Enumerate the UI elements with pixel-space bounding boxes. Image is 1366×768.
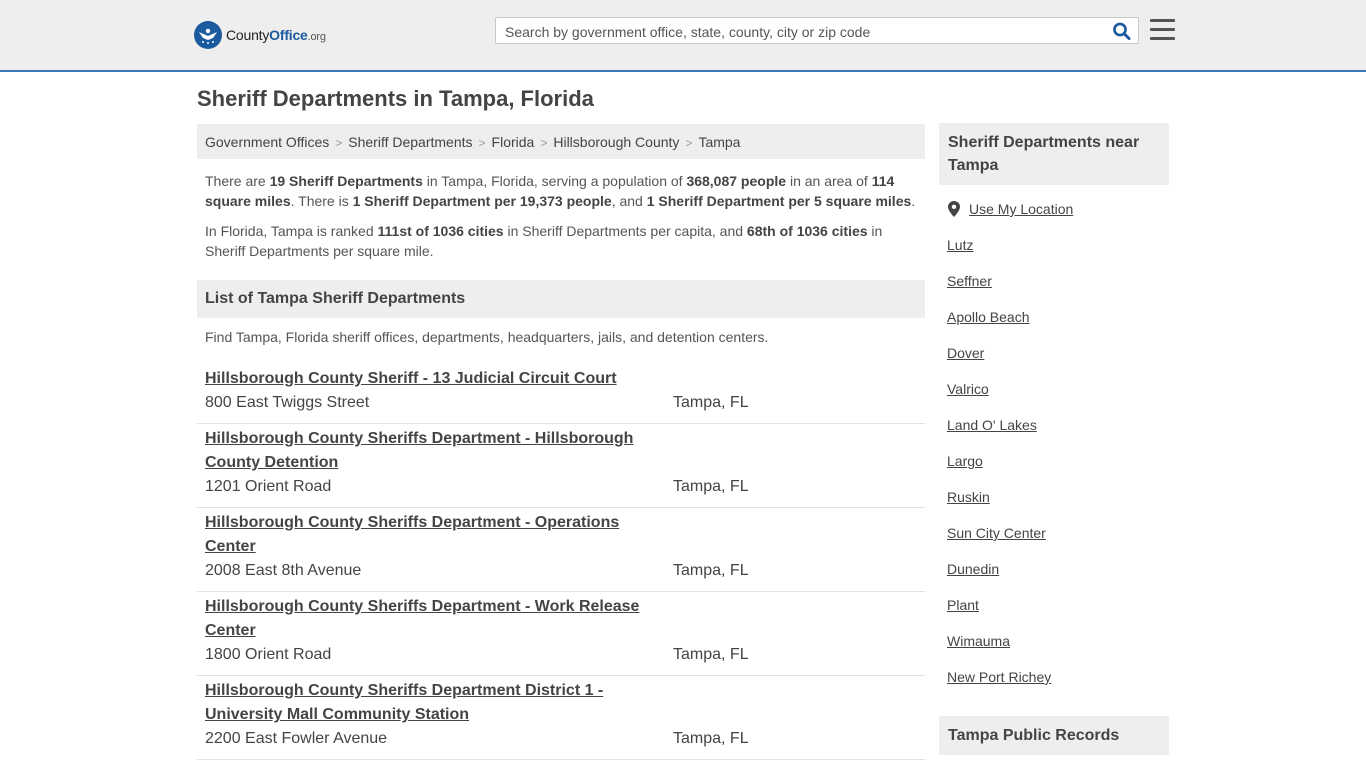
- department-address: 2008 East 8th Avenue: [205, 562, 362, 579]
- menu-bar: [1150, 19, 1175, 22]
- list-heading: List of Tampa Sheriff Departments: [197, 280, 925, 318]
- department-city: Tampa, FL: [673, 646, 749, 663]
- list-item: Valrico: [947, 381, 1051, 417]
- nearby-cities-list: Lutz Seffner Apollo Beach Dover Valrico …: [947, 237, 1051, 705]
- intro-text-span: in Sheriff Departments per capita, and: [503, 223, 747, 239]
- per-area-ratio: 1 Sheriff Department per 5 square miles: [646, 193, 912, 209]
- nearby-city-link[interactable]: Wimauma: [947, 633, 1010, 649]
- nearby-city-link[interactable]: Sun City Center: [947, 525, 1046, 541]
- per-capita-ratio: 1 Sheriff Department per 19,373 people: [352, 193, 612, 209]
- list-item: Seffner: [947, 273, 1051, 309]
- menu-bar: [1150, 28, 1175, 31]
- nearby-city-link[interactable]: Ruskin: [947, 489, 990, 505]
- nearby-city-link[interactable]: Dover: [947, 345, 984, 361]
- use-my-location-link[interactable]: Use My Location: [969, 201, 1073, 217]
- per-area-rank: 68th of 1036 cities: [746, 223, 868, 239]
- logo-text: CountyOffice.org: [226, 27, 326, 43]
- department-link[interactable]: Hillsborough County Sheriffs Department …: [205, 679, 655, 727]
- breadcrumb-separator-icon: >: [335, 136, 343, 150]
- list-item: Plant: [947, 597, 1051, 633]
- list-item: Apollo Beach: [947, 309, 1051, 345]
- list-item: Lutz: [947, 237, 1051, 273]
- population: 368,087 people: [686, 173, 787, 189]
- menu-icon[interactable]: [1150, 19, 1175, 41]
- breadcrumb-tampa[interactable]: Tampa: [698, 134, 740, 150]
- breadcrumb-hillsborough-county[interactable]: Hillsborough County: [553, 134, 679, 150]
- department-city: Tampa, FL: [673, 394, 749, 411]
- list-item: Hillsborough County Sheriffs Department …: [197, 592, 925, 676]
- intro-text-span: .: [911, 193, 916, 209]
- nearby-city-link[interactable]: Plant: [947, 597, 979, 613]
- list-item: Sun City Center: [947, 525, 1051, 561]
- nearby-city-link[interactable]: Seffner: [947, 273, 992, 289]
- nearby-city-link[interactable]: New Port Richey: [947, 669, 1051, 685]
- department-city: Tampa, FL: [673, 730, 749, 747]
- nearby-city-link[interactable]: Largo: [947, 453, 983, 469]
- nearby-heading: Sheriff Departments near Tampa: [939, 123, 1169, 185]
- per-capita-rank: 111st of 1036 cities: [377, 223, 504, 239]
- menu-bar: [1150, 37, 1175, 40]
- site-logo[interactable]: CountyOffice.org: [194, 21, 326, 49]
- department-city: Tampa, FL: [673, 478, 749, 495]
- search-box: [495, 17, 1139, 44]
- page-title: Sheriff Departments in Tampa, Florida: [197, 86, 594, 111]
- logo-brand: Office: [269, 27, 308, 43]
- intro-text-span: There are: [205, 173, 270, 189]
- intro-text-span: . There is: [290, 193, 353, 209]
- department-address: 1800 Orient Road: [205, 646, 332, 663]
- department-address: 2200 East Fowler Avenue: [205, 730, 388, 747]
- department-link[interactable]: Hillsborough County Sheriffs Department …: [205, 595, 655, 643]
- breadcrumb-government-offices[interactable]: Government Offices: [205, 134, 329, 150]
- department-city: Tampa, FL: [673, 562, 749, 579]
- list-item: Hillsborough County Sheriffs Department …: [197, 508, 925, 592]
- nearby-city-link[interactable]: Dunedin: [947, 561, 999, 577]
- intro-text-span: in an area of: [786, 173, 872, 189]
- logo-prefix: County: [226, 27, 270, 43]
- department-address: 800 East Twiggs Street: [205, 394, 370, 411]
- breadcrumb-florida[interactable]: Florida: [492, 134, 535, 150]
- intro-text: There are 19 Sheriff Departments in Tamp…: [205, 171, 920, 271]
- list-subheading: Find Tampa, Florida sheriff offices, dep…: [205, 329, 769, 345]
- list-item: Hillsborough County Sheriffs Department …: [197, 676, 925, 760]
- logo-tld: .org: [307, 31, 326, 43]
- list-item: Dunedin: [947, 561, 1051, 597]
- department-link[interactable]: Hillsborough County Sheriffs Department …: [205, 511, 655, 559]
- top-bar: CountyOffice.org: [0, 0, 1366, 72]
- nearby-city-link[interactable]: Lutz: [947, 237, 973, 253]
- breadcrumb: Government Offices > Sheriff Departments > F…: [197, 124, 925, 159]
- department-address: 1201 Orient Road: [205, 478, 332, 495]
- eagle-logo-icon: [194, 21, 222, 49]
- list-item: Dover: [947, 345, 1051, 381]
- list-item: Largo: [947, 453, 1051, 489]
- intro-text-span: in Tampa, Florida, serving a population …: [422, 173, 687, 189]
- breadcrumb-sheriff-departments[interactable]: Sheriff Departments: [348, 134, 472, 150]
- nearby-city-link[interactable]: Valrico: [947, 381, 989, 397]
- list-item: Hillsborough County Sheriff - 13 Judicia…: [197, 364, 925, 424]
- breadcrumb-separator-icon: >: [478, 136, 486, 150]
- department-link[interactable]: Hillsborough County Sheriffs Department …: [205, 427, 655, 475]
- public-records-heading: Tampa Public Records: [939, 716, 1169, 755]
- department-list: Hillsborough County Sheriff - 13 Judicia…: [197, 364, 925, 760]
- intro-text-span: , and: [611, 193, 647, 209]
- nearby-city-link[interactable]: Land O' Lakes: [947, 417, 1037, 433]
- list-item: Land O' Lakes: [947, 417, 1051, 453]
- department-link[interactable]: Hillsborough County Sheriff - 13 Judicia…: [205, 367, 655, 391]
- intro-text-span: In Florida, Tampa is ranked: [205, 223, 378, 239]
- use-my-location: Use My Location: [948, 201, 1073, 217]
- breadcrumb-separator-icon: >: [685, 136, 693, 150]
- list-item: Wimauma: [947, 633, 1051, 669]
- list-item: Hillsborough County Sheriffs Department …: [197, 424, 925, 508]
- search-button[interactable]: [1112, 22, 1132, 40]
- intro-paragraph-1: There are 19 Sheriff Departments in Tamp…: [205, 171, 920, 211]
- list-item: Ruskin: [947, 489, 1051, 525]
- breadcrumb-separator-icon: >: [540, 136, 548, 150]
- search-input[interactable]: [503, 22, 1097, 42]
- nearby-city-link[interactable]: Apollo Beach: [947, 309, 1030, 325]
- location-pin-icon: [948, 201, 960, 217]
- list-item: New Port Richey: [947, 669, 1051, 705]
- intro-paragraph-2: In Florida, Tampa is ranked 111st of 103…: [205, 221, 920, 261]
- search-icon: [1113, 22, 1131, 40]
- department-count: 19 Sheriff Departments: [269, 173, 423, 189]
